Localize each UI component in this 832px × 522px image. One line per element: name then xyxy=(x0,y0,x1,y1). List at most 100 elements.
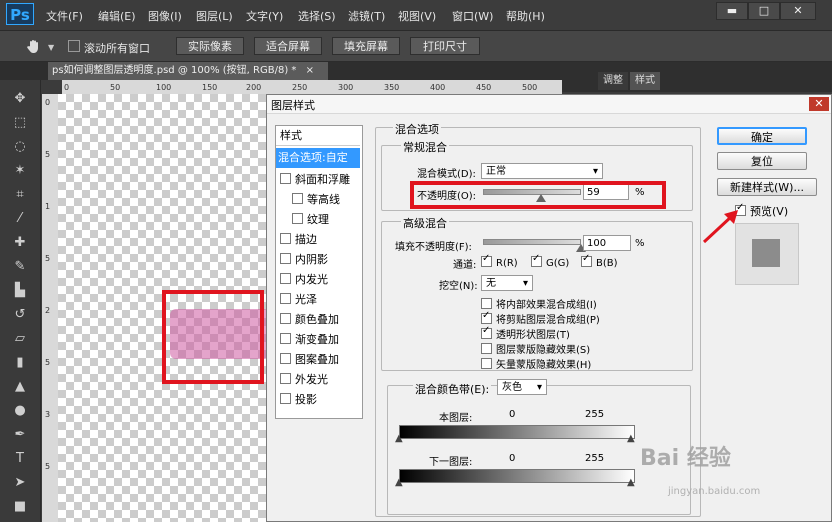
hand-icon[interactable] xyxy=(26,38,42,54)
stroke-checkbox[interactable] xyxy=(280,233,291,244)
tab-styles[interactable]: 样式 xyxy=(630,72,660,90)
tool-preset-arrow-icon[interactable]: ▼ xyxy=(48,43,54,52)
minimize-button[interactable]: ▬ xyxy=(716,2,748,20)
underlying-black-handle[interactable]: ▲ xyxy=(395,477,403,488)
crop-icon[interactable]: ⌗ xyxy=(10,186,30,204)
fill-opacity-slider[interactable] xyxy=(483,239,581,245)
texture-checkbox[interactable] xyxy=(292,213,303,224)
eraser-icon[interactable]: ▱ xyxy=(10,330,30,348)
menu-view[interactable]: 视图(V) xyxy=(398,8,436,24)
drop-shadow-checkbox[interactable] xyxy=(280,393,291,404)
fill-screen-button[interactable]: 填充屏幕 xyxy=(332,37,400,55)
stamp-icon[interactable]: ▙ xyxy=(10,282,30,300)
healing-icon[interactable]: ✚ xyxy=(10,234,30,252)
underlying-layer-ramp[interactable] xyxy=(399,469,635,483)
channel-b[interactable]: B(B) xyxy=(581,253,618,269)
marquee-icon[interactable]: ⬚ xyxy=(10,114,30,132)
pen-icon[interactable]: ✒ xyxy=(10,426,30,444)
dialog-close-button[interactable]: ✕ xyxy=(809,97,829,111)
path-select-icon[interactable]: ➤ xyxy=(10,474,30,492)
baidu-watermark: Bai 经验 xyxy=(640,446,731,471)
channel-r[interactable]: R(R) xyxy=(481,253,518,269)
history-brush-icon[interactable]: ↺ xyxy=(10,306,30,324)
style-inner-glow[interactable]: 内发光 xyxy=(276,270,360,290)
type-icon[interactable]: T xyxy=(10,450,30,468)
this-layer-black-handle[interactable]: ▲ xyxy=(395,433,403,444)
adv-option-4[interactable]: 图层蒙版隐藏效果(S) xyxy=(481,341,590,356)
styles-header[interactable]: 样式 xyxy=(276,126,360,146)
style-texture[interactable]: 纹理 xyxy=(276,210,360,230)
gradient-icon[interactable]: ▮ xyxy=(10,354,30,372)
maximize-button[interactable]: □ xyxy=(748,2,780,20)
move-icon[interactable]: ✥ xyxy=(10,90,30,108)
style-bevel-emboss[interactable]: 斜面和浮雕 xyxy=(276,170,360,190)
adv-option-5-checkbox[interactable] xyxy=(481,358,492,369)
lasso-icon[interactable]: ◌ xyxy=(10,138,30,156)
adv-option-2-checkbox[interactable] xyxy=(481,310,492,324)
menu-filter[interactable]: 滤镜(T) xyxy=(348,8,385,24)
new-style-button[interactable]: 新建样式(W)... xyxy=(717,178,817,196)
contour-checkbox[interactable] xyxy=(292,193,303,204)
magic-wand-icon[interactable]: ✶ xyxy=(10,162,30,180)
satin-checkbox[interactable] xyxy=(280,293,291,304)
menu-edit[interactable]: 编辑(E) xyxy=(98,8,136,24)
outer-glow-checkbox[interactable] xyxy=(280,373,291,384)
style-pattern-overlay[interactable]: 图案叠加 xyxy=(276,350,360,370)
color-overlay-checkbox[interactable] xyxy=(280,313,291,324)
bevel-checkbox[interactable] xyxy=(280,173,291,184)
reset-button[interactable]: 复位 xyxy=(717,152,807,170)
menu-window[interactable]: 窗口(W) xyxy=(452,8,493,24)
gradient-overlay-checkbox[interactable] xyxy=(280,333,291,344)
style-contour[interactable]: 等高线 xyxy=(276,190,360,210)
menu-file[interactable]: 文件(F) xyxy=(46,8,83,24)
menu-select[interactable]: 选择(S) xyxy=(298,8,336,24)
style-blending-options[interactable]: 混合选项:自定 xyxy=(276,148,360,168)
actual-pixels-button[interactable]: 实际像素 xyxy=(176,37,244,55)
adv-option-4-checkbox[interactable] xyxy=(481,343,492,354)
style-satin[interactable]: 光泽 xyxy=(276,290,360,310)
style-inner-shadow[interactable]: 内阴影 xyxy=(276,250,360,270)
inner-shadow-checkbox[interactable] xyxy=(280,253,291,264)
eyedropper-icon[interactable]: ⁄ xyxy=(10,210,30,228)
fill-opacity-input[interactable]: 100 xyxy=(583,235,631,251)
style-drop-shadow[interactable]: 投影 xyxy=(276,390,360,410)
dodge-icon[interactable]: ● xyxy=(10,402,30,420)
channel-g-checkbox[interactable] xyxy=(531,253,542,267)
adv-option-5[interactable]: 矢量蒙版隐藏效果(H) xyxy=(481,356,591,371)
menu-help[interactable]: 帮助(H) xyxy=(506,8,545,24)
ok-button[interactable]: 确定 xyxy=(717,127,807,145)
shape-icon[interactable]: ■ xyxy=(10,498,30,516)
adv-option-1[interactable]: 将内部效果混合成组(I) xyxy=(481,296,597,311)
document-tab[interactable]: ps如何调整图层透明度.psd @ 100% (按钮, RGB/8) * × xyxy=(48,62,328,80)
style-color-overlay[interactable]: 颜色叠加 xyxy=(276,310,360,330)
scroll-all-checkbox[interactable] xyxy=(68,40,80,52)
fit-screen-button[interactable]: 适合屏幕 xyxy=(254,37,322,55)
close-window-button[interactable]: ✕ xyxy=(780,2,816,20)
adv-option-3[interactable]: 透明形状图层(T) xyxy=(481,325,570,341)
print-size-button[interactable]: 打印尺寸 xyxy=(410,37,480,55)
adv-option-3-checkbox[interactable] xyxy=(481,325,492,339)
knockout-select[interactable]: 无 xyxy=(481,275,533,292)
tab-adjustments[interactable]: 调整 xyxy=(598,72,628,90)
blend-if-select[interactable]: 灰色 xyxy=(497,379,547,396)
menu-layer[interactable]: 图层(L) xyxy=(196,8,233,24)
menu-type[interactable]: 文字(Y) xyxy=(246,8,283,24)
menu-image[interactable]: 图像(I) xyxy=(148,8,182,24)
tab-close-icon[interactable]: × xyxy=(306,65,314,76)
style-outer-glow[interactable]: 外发光 xyxy=(276,370,360,390)
adv-option-2[interactable]: 将剪贴图层混合成组(P) xyxy=(481,310,600,326)
blend-mode-select[interactable]: 正常 xyxy=(481,163,603,180)
style-stroke[interactable]: 描边 xyxy=(276,230,360,250)
style-gradient-overlay[interactable]: 渐变叠加 xyxy=(276,330,360,350)
channel-b-checkbox[interactable] xyxy=(581,253,592,267)
pattern-overlay-checkbox[interactable] xyxy=(280,353,291,364)
underlying-white-handle[interactable]: ▲ xyxy=(627,477,635,488)
blur-icon[interactable]: ▲ xyxy=(10,378,30,396)
adv-option-1-checkbox[interactable] xyxy=(481,298,492,309)
channel-r-checkbox[interactable] xyxy=(481,253,492,267)
this-layer-ramp[interactable] xyxy=(399,425,635,439)
inner-glow-checkbox[interactable] xyxy=(280,273,291,284)
brush-icon[interactable]: ✎ xyxy=(10,258,30,276)
channel-g[interactable]: G(G) xyxy=(531,253,569,269)
this-layer-white-handle[interactable]: ▲ xyxy=(627,433,635,444)
